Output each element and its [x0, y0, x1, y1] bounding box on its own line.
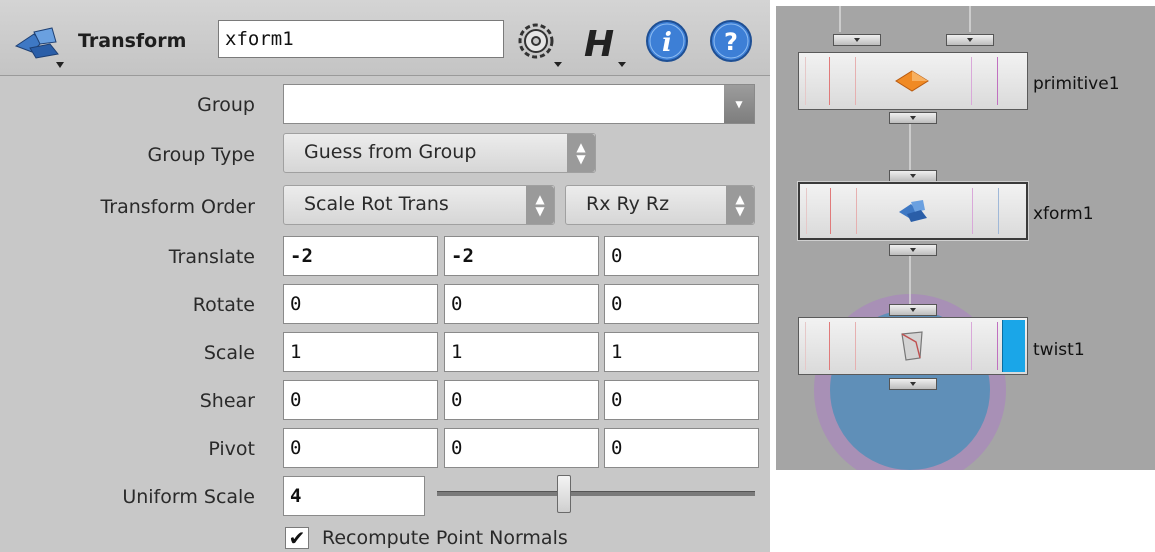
- rotate-y-field[interactable]: 0: [444, 284, 599, 324]
- recompute-normals-label: Recompute Point Normals: [322, 527, 568, 549]
- menu-arrows-icon: ▲ ▼: [567, 134, 595, 172]
- pivot-label: Pivot: [208, 438, 255, 460]
- node-label-primitive1: primitive1: [1033, 74, 1120, 94]
- translate-y-field[interactable]: -2: [444, 236, 599, 276]
- svg-text:i: i: [662, 28, 672, 58]
- node-xform1[interactable]: [798, 182, 1028, 240]
- parameter-editor: Transform xform1 H i ? Group ▼ Group Typ…: [0, 0, 770, 552]
- group-field[interactable]: ▼: [283, 84, 755, 124]
- node-label-twist1: twist1: [1033, 340, 1085, 360]
- rotation-order-menu[interactable]: Rx Ry Rz ▲ ▼: [565, 185, 755, 225]
- primitive-diamond-icon: [890, 63, 934, 99]
- node-primitive1[interactable]: [798, 52, 1028, 110]
- uniform-scale-label: Uniform Scale: [122, 486, 255, 508]
- scale-y-field[interactable]: 1: [444, 332, 599, 372]
- group-type-menu[interactable]: Guess from Group ▲ ▼: [283, 133, 596, 173]
- shear-z-field[interactable]: 0: [604, 380, 759, 420]
- node-label-xform1: xform1: [1033, 204, 1094, 224]
- output-port[interactable]: [889, 244, 937, 256]
- input-port[interactable]: [889, 304, 937, 316]
- uniform-scale-field[interactable]: 4: [283, 476, 425, 516]
- scale-z-field[interactable]: 1: [604, 332, 759, 372]
- shear-y-field[interactable]: 0: [444, 380, 599, 420]
- input-port[interactable]: [833, 34, 881, 46]
- shear-label: Shear: [199, 390, 255, 412]
- rotate-z-field[interactable]: 0: [604, 284, 759, 324]
- pivot-z-field[interactable]: 0: [604, 428, 759, 468]
- node-type-label: Transform: [78, 30, 187, 52]
- node-twist1[interactable]: [798, 317, 1028, 375]
- transform-node-icon[interactable]: [12, 22, 64, 70]
- uniform-scale-slider-handle[interactable]: [557, 475, 572, 513]
- menu-arrows-icon: ▲ ▼: [526, 186, 554, 224]
- output-port[interactable]: [889, 378, 937, 390]
- chevron-down-icon[interactable]: ▼: [724, 85, 754, 123]
- houdini-h-icon[interactable]: H: [578, 16, 628, 68]
- svg-text:?: ?: [724, 28, 738, 56]
- menu-arrows-icon: ▲ ▼: [726, 186, 754, 224]
- group-type-value: Guess from Group: [304, 141, 477, 163]
- transform-order-value: Scale Rot Trans: [304, 193, 449, 215]
- pivot-y-field[interactable]: 0: [444, 428, 599, 468]
- transform-order-menu[interactable]: Scale Rot Trans ▲ ▼: [283, 185, 555, 225]
- rotate-x-field[interactable]: 0: [283, 284, 438, 324]
- group-type-label: Group Type: [147, 144, 255, 166]
- svg-text:H: H: [584, 24, 614, 65]
- twist-node-icon: [890, 328, 934, 364]
- node-name-field[interactable]: xform1: [218, 20, 504, 58]
- scale-x-field[interactable]: 1: [283, 332, 438, 372]
- display-flag[interactable]: [1002, 320, 1025, 372]
- translate-z-field[interactable]: 0: [604, 236, 759, 276]
- transform-order-label: Transform Order: [100, 196, 255, 218]
- pivot-x-field[interactable]: 0: [283, 428, 438, 468]
- translate-label: Translate: [168, 246, 255, 268]
- transform-node-icon: [891, 194, 935, 230]
- input-port[interactable]: [889, 170, 937, 182]
- translate-x-field[interactable]: -2: [283, 236, 438, 276]
- shear-x-field[interactable]: 0: [283, 380, 438, 420]
- recompute-normals-checkbox[interactable]: ✔: [285, 527, 309, 549]
- network-editor[interactable]: primitive1 xform1 twist1: [776, 6, 1155, 470]
- group-label: Group: [197, 94, 255, 116]
- rotation-order-value: Rx Ry Rz: [586, 193, 670, 215]
- gear-icon[interactable]: [512, 16, 562, 68]
- scale-label: Scale: [203, 342, 255, 364]
- input-port[interactable]: [946, 34, 994, 46]
- help-icon[interactable]: ?: [706, 16, 756, 68]
- output-port[interactable]: [889, 112, 937, 124]
- uniform-scale-slider-track[interactable]: [437, 491, 755, 496]
- rotate-label: Rotate: [192, 294, 255, 316]
- parameter-header: Transform xform1 H i ?: [0, 0, 770, 76]
- info-icon[interactable]: i: [642, 16, 692, 68]
